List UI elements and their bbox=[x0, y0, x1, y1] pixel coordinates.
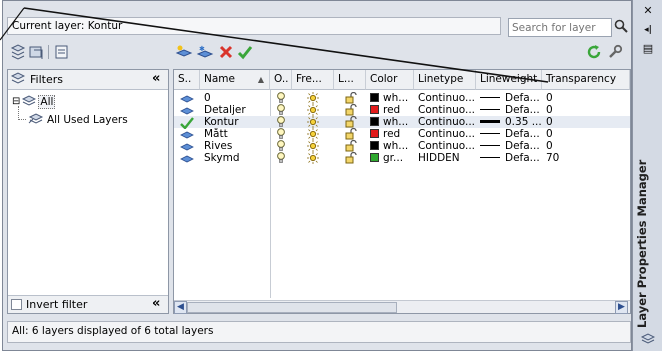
filters-tree-pane: Filters « ⊟ All All Used Layers Invert f… bbox=[7, 69, 169, 314]
layer-row[interactable]: Kontur wh... Continuo... 0.35 ... 0 bbox=[174, 116, 630, 129]
layer-row[interactable]: Mått red Continuo... Defa... 0 bbox=[174, 128, 630, 140]
layer-color[interactable]: red bbox=[370, 128, 400, 140]
properties-icon[interactable]: ▤ bbox=[641, 42, 655, 56]
layer-transparency[interactable]: 0 bbox=[546, 128, 553, 140]
scroll-thumb[interactable] bbox=[187, 302, 397, 313]
on-off-bulb-icon[interactable] bbox=[276, 140, 286, 152]
unlock-icon[interactable] bbox=[344, 140, 358, 152]
lineweight-sample bbox=[480, 133, 500, 134]
color-name: red bbox=[383, 104, 401, 116]
autohide-icon[interactable]: ◂| bbox=[641, 23, 655, 37]
lineweight-value: Defa... bbox=[505, 140, 540, 152]
layers-palette-icon bbox=[640, 332, 656, 349]
freeze-sun-icon[interactable] bbox=[306, 104, 320, 116]
layer-transparency[interactable]: 70 bbox=[546, 152, 559, 164]
tree-item-all-used-layers[interactable]: All Used Layers bbox=[28, 111, 128, 128]
used-layers-filter-icon bbox=[28, 111, 44, 128]
layer-lineweight[interactable]: Defa... bbox=[480, 152, 540, 164]
on-off-bulb-icon[interactable] bbox=[276, 116, 286, 128]
layer-name[interactable]: Detaljer bbox=[204, 104, 246, 116]
freeze-sun-icon[interactable] bbox=[306, 140, 320, 152]
collapse-tree-button[interactable]: « bbox=[152, 296, 160, 311]
layer-color[interactable]: red bbox=[370, 104, 400, 116]
callout-lines bbox=[0, 7, 549, 83]
lineweight-value: Defa... bbox=[505, 104, 540, 116]
freeze-sun-icon[interactable] bbox=[306, 116, 320, 128]
invert-filter-checkbox[interactable] bbox=[11, 299, 22, 310]
on-off-bulb-icon[interactable] bbox=[276, 128, 286, 140]
color-swatch bbox=[370, 117, 379, 126]
layer-icon[interactable] bbox=[180, 153, 194, 165]
color-swatch bbox=[370, 129, 379, 138]
color-swatch bbox=[370, 105, 379, 114]
tree-connector bbox=[18, 119, 26, 120]
freeze-sun-icon[interactable] bbox=[306, 152, 320, 164]
color-swatch bbox=[370, 153, 379, 162]
layer-row[interactable]: Rives wh... Continuo... Defa... 0 bbox=[174, 140, 630, 152]
on-off-bulb-icon[interactable] bbox=[276, 104, 286, 116]
tree-label-all-used-layers: All Used Layers bbox=[47, 113, 128, 126]
color-name: gr... bbox=[383, 152, 404, 164]
layer-name[interactable]: Kontur bbox=[204, 116, 239, 128]
unlock-icon[interactable] bbox=[344, 104, 358, 116]
layer-color[interactable]: wh... bbox=[370, 140, 408, 152]
palette-title: Layer Properties Manager bbox=[635, 159, 649, 328]
lineweight-sample bbox=[480, 157, 500, 158]
lineweight-sample bbox=[480, 109, 500, 110]
lineweight-value: 0.35 ... bbox=[505, 116, 542, 128]
unlock-icon[interactable] bbox=[344, 152, 358, 164]
color-name: wh... bbox=[383, 116, 409, 128]
layer-row[interactable]: Detaljer red Continuo... Defa... 0 bbox=[174, 104, 630, 116]
layer-list-pane: S.. Name ▲ O.. Fre... L... Color Linetyp… bbox=[173, 69, 631, 314]
status-bar: All: 6 layers displayed of 6 total layer… bbox=[7, 321, 631, 343]
lineweight-sample bbox=[480, 145, 500, 146]
lineweight-value: Defa... bbox=[505, 128, 540, 140]
layer-lineweight[interactable]: 0.35 ... bbox=[480, 116, 542, 128]
scroll-right-icon[interactable]: ▶ bbox=[615, 301, 628, 314]
invert-filter-bar: Invert filter « bbox=[8, 295, 168, 313]
layer-transparency[interactable]: 0 bbox=[546, 140, 553, 152]
lineweight-value: Defa... bbox=[505, 152, 540, 164]
close-icon[interactable]: ✕ bbox=[641, 4, 655, 18]
color-name: wh... bbox=[383, 140, 409, 152]
invert-filter-label: Invert filter bbox=[26, 298, 88, 311]
layer-color[interactable]: wh... bbox=[370, 116, 408, 128]
on-off-bulb-icon[interactable] bbox=[276, 152, 286, 164]
layer-color[interactable]: gr... bbox=[370, 152, 403, 164]
scroll-left-icon[interactable]: ◀ bbox=[174, 301, 187, 314]
layer-linetype[interactable]: HIDDEN bbox=[418, 152, 460, 164]
layer-row[interactable]: Skymd gr... HIDDEN Defa... 70 bbox=[174, 152, 630, 164]
layer-linetype[interactable]: Continuo... bbox=[418, 140, 475, 152]
color-name: red bbox=[383, 128, 401, 140]
layer-name[interactable]: Mått bbox=[204, 128, 228, 140]
layer-linetype[interactable]: Continuo... bbox=[418, 104, 475, 116]
layer-transparency[interactable]: 0 bbox=[546, 104, 553, 116]
horizontal-scrollbar[interactable]: ◀ ▶ bbox=[174, 300, 630, 314]
lineweight-sample bbox=[480, 120, 500, 123]
layer-transparency[interactable]: 0 bbox=[546, 116, 553, 128]
color-swatch bbox=[370, 141, 379, 150]
unlock-icon[interactable] bbox=[344, 116, 358, 128]
unlock-icon[interactable] bbox=[344, 128, 358, 140]
layer-lineweight[interactable]: Defa... bbox=[480, 140, 540, 152]
palette-titlebar: ✕ ◂| ▤ Layer Properties Manager bbox=[632, 0, 662, 351]
layer-lineweight[interactable]: Defa... bbox=[480, 104, 540, 116]
layer-linetype[interactable]: Continuo... bbox=[418, 128, 475, 140]
freeze-sun-icon[interactable] bbox=[306, 128, 320, 140]
tree-connector bbox=[18, 106, 19, 120]
layer-lineweight[interactable]: Defa... bbox=[480, 128, 540, 140]
layer-name[interactable]: Skymd bbox=[204, 152, 239, 164]
layer-linetype[interactable]: Continuo... bbox=[418, 116, 475, 128]
layer-name[interactable]: Rives bbox=[204, 140, 232, 152]
